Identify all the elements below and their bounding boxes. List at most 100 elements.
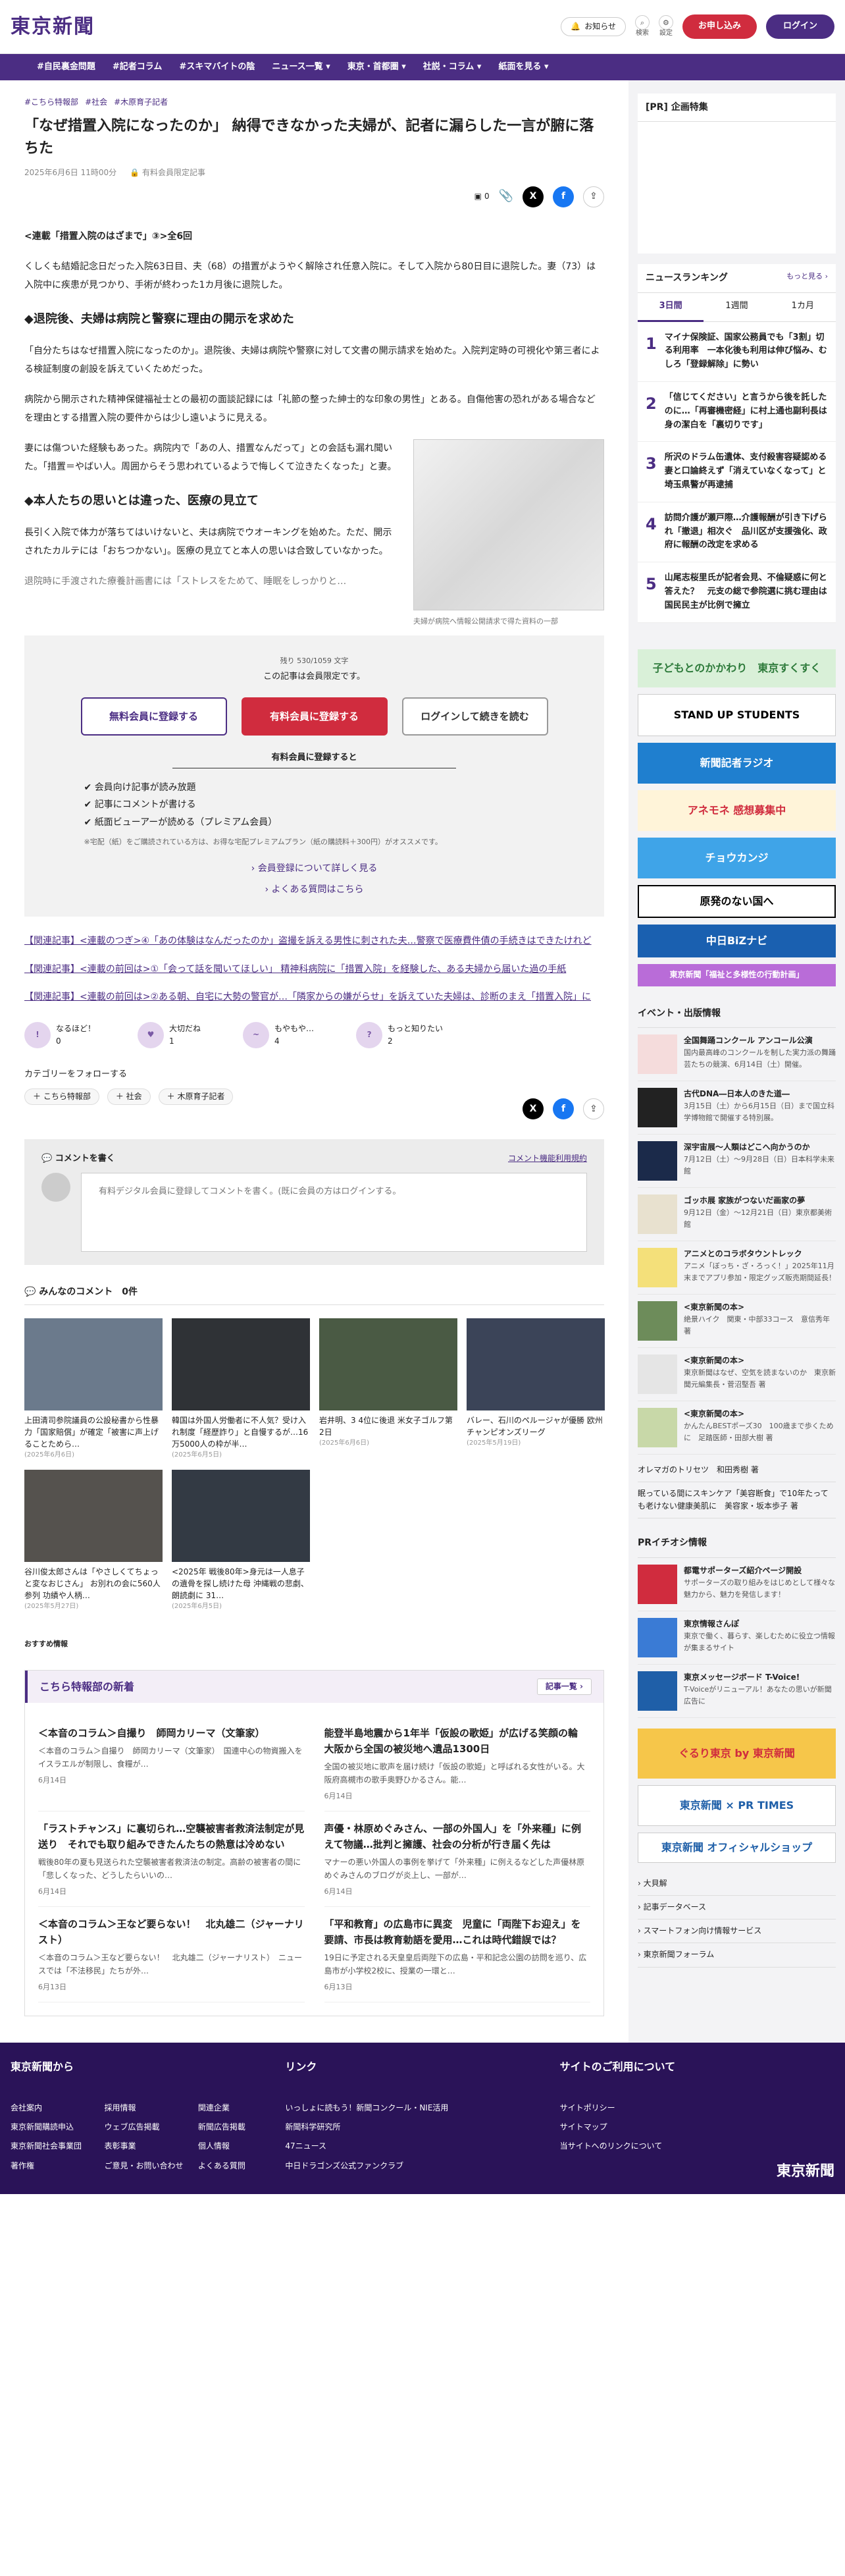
sidebar-link[interactable]: › スマートフォン向け情報サービス	[638, 1919, 836, 1944]
banner[interactable]: 原発のない国へ	[638, 884, 836, 918]
news-card[interactable]: 上田清司参院議員の公設秘書から性暴力「国家賠償」が確定「被害に声上げることためら…	[24, 1318, 163, 1461]
facebook-share-icon[interactable]: f	[553, 186, 574, 207]
x-share-icon[interactable]: X	[523, 186, 544, 207]
sidebar-link[interactable]: › 東京新聞フォーラム	[638, 1943, 836, 1968]
facebook-share-icon[interactable]: f	[553, 1098, 574, 1120]
pr-info-item[interactable]: 都電サポーターズ紹介ページ開設 サポーターズの取り組みをはじめとして様々な魅力から…	[638, 1558, 836, 1611]
paid-register-button[interactable]: 有料会員に登録する	[241, 697, 388, 736]
related-link[interactable]: 【関連記事】<連載のつぎ>④「あの体験はなんだったのか」盗撮を訴える男性に刺され…	[24, 936, 592, 946]
news-card[interactable]: 谷川俊太郎さんは「やさしくてちょっと変なおじさん」 お別れの会に560人参列 功…	[24, 1470, 163, 1612]
faq-link[interactable]: › よくある質問はこちら	[51, 882, 578, 897]
attach-icon[interactable]: 📎	[499, 187, 513, 206]
related-link[interactable]: 【関連記事】<連載の前回は>②ある朝、自宅に大勢の警官が…「隣家からの嫌がらせ」…	[24, 992, 591, 1002]
footer-link[interactable]: ご意見・お問い合わせ	[104, 2160, 191, 2172]
site-logo[interactable]: 東京新聞	[11, 11, 95, 43]
article-photo[interactable]: 夫婦が病院へ情報公開請求で得た資料の一部	[413, 439, 604, 629]
footer-link[interactable]: 東京新聞社会事業団	[11, 2140, 97, 2153]
latest-item[interactable]: 声優・林原めぐみさん、一部の外国人」を「外来種」に例えて物議…批判と擁護、社会の…	[324, 1811, 590, 1908]
footer-link[interactable]: 関連企業	[198, 2102, 285, 2114]
settings-button[interactable]: ⚙ 設定	[658, 15, 673, 38]
footer-link[interactable]: 採用情報	[104, 2102, 191, 2114]
tab-1week[interactable]: 1週間	[704, 293, 770, 322]
footer-link[interactable]: 東京新聞購読申込	[11, 2121, 97, 2133]
news-card[interactable]: バレー、石川のペルージャが優勝 欧州チャンピオンズリーグ (2025年5月19日)	[467, 1318, 605, 1461]
news-card[interactable]: <2025年 戦後80年>身元は一人息子の遺骨を探し続けた母 沖縄戦の悲劇、朗読…	[172, 1470, 310, 1612]
ranking-item[interactable]: 2 「信じてください」と言うから後を託したのに…「再審機密経」に村上通也副利長は身…	[638, 382, 836, 443]
banner[interactable]: アネモネ 感想募集中	[638, 790, 836, 831]
ranking-item[interactable]: 5 山尾志桜里氏が記者会見、不倫疑惑に何と答えた？ 元支の総で参院選に挑む理由は国…	[638, 562, 836, 623]
notice-button[interactable]: 🔔 お知らせ	[561, 16, 626, 37]
event-item[interactable]: <東京新聞の本> 東京新聞はなぜ、空気を読まないのか 東京新聞元編集長・菅沼堅吾 …	[638, 1348, 836, 1401]
nav-item[interactable]: #記者コラム	[113, 61, 163, 74]
footer-link[interactable]: 中日ドラゴンズ公式ファンクラブ	[285, 2160, 559, 2172]
nav-item[interactable]: #スキマバイトの陰	[179, 61, 255, 74]
latest-item[interactable]: ＜本音のコラム＞王など要らない！ 北丸雄二（ジャーナリスト） ＜本音のコラム＞王な…	[38, 1907, 305, 2003]
login-button[interactable]: ログイン	[765, 14, 834, 39]
footer-link[interactable]: よくある質問	[198, 2160, 285, 2172]
nav-item[interactable]: ニュース一覧 ▾	[272, 61, 330, 74]
comment-rules-link[interactable]: コメント機能利用規約	[508, 1152, 587, 1166]
banner[interactable]: 東京新聞 オフィシャルショップ	[638, 1832, 836, 1863]
share-icon[interactable]: ⇪	[583, 1098, 604, 1120]
more-link[interactable]: › 会員登録について詳しく見る	[51, 861, 578, 876]
tag-link[interactable]: #こちら特報部	[24, 96, 78, 109]
tag-link[interactable]: #木原育子記者	[114, 96, 168, 109]
search-button[interactable]: ⌕ 検索	[634, 15, 650, 38]
footer-link[interactable]: 新聞広告掲載	[198, 2121, 285, 2133]
tab-3days[interactable]: 3日間	[638, 293, 704, 322]
follow-chip[interactable]: ＋ 社会	[107, 1088, 151, 1106]
sidebar-link[interactable]: 眠っている間にスキンケア「美容断食」で10年たっても老けない健康美肌に 美容家・…	[638, 1482, 836, 1519]
footer-link[interactable]: サイトポリシー	[560, 2102, 834, 2114]
sidebar-link[interactable]: › 大貝解	[638, 1872, 836, 1896]
footer-link[interactable]: いっしょに読もう！新聞コンクール・NIE活用	[285, 2102, 559, 2114]
event-item[interactable]: 全国舞踊コンクール アンコール公演 国内最高峰のコンクールを制した実力派の舞踊芸た…	[638, 1028, 836, 1081]
latest-item[interactable]: 能登半島地震から1年半「仮設の歌姫」が広げる笑顔の輪 大阪から全国の被災地へ遺品…	[324, 1716, 590, 1812]
footer-link[interactable]: 当サイトへのリンクについて	[560, 2140, 834, 2153]
footer-link[interactable]: 47ニュース	[285, 2140, 559, 2153]
reaction-button[interactable]: ♥ 大切だね 1	[138, 1022, 201, 1049]
nav-item[interactable]: 紙面を見る ▾	[498, 61, 548, 74]
banner[interactable]: 新聞記者ラジオ	[638, 742, 836, 784]
event-item[interactable]: <東京新聞の本> かんたんBESTポーズ30 100歳まで歩くために 足踏医師・田…	[638, 1401, 836, 1455]
banner[interactable]: ぐるり東京 by 東京新聞	[638, 1728, 836, 1779]
tab-1month[interactable]: 1カ月	[769, 293, 836, 322]
footer-link[interactable]: 個人情報	[198, 2140, 285, 2153]
tag-link[interactable]: #社会	[85, 96, 107, 109]
comment-input[interactable]: 有料デジタル会員に登録してコメントを書く。(既に会員の方はログインする。	[81, 1172, 587, 1252]
event-item[interactable]: 深宇宙展～人類はどこへ向かうのか 7月12日（土）～9月28日（日）日本科学未来館	[638, 1135, 836, 1188]
footer-link[interactable]: 会社案内	[11, 2102, 97, 2114]
free-register-button[interactable]: 無料会員に登録する	[80, 697, 227, 736]
nav-item[interactable]: 東京・首都圏 ▾	[347, 61, 406, 74]
login-continue-button[interactable]: ログインして続きを読む	[401, 697, 548, 736]
footer-link[interactable]: 表彰事業	[104, 2140, 191, 2153]
latest-item[interactable]: 「ラストチャンス」に裏切られ…空襲被害者救済法制定が見送り それでも取り組みでき…	[38, 1811, 305, 1908]
footer-link[interactable]: 著作権	[11, 2160, 97, 2172]
event-item[interactable]: アニメとのコラボタウントレック アニメ「ぼっち・ざ・ろっく！」2025年11月末ま…	[638, 1241, 836, 1295]
article-list-button[interactable]: 記事一覧 ›	[536, 1678, 592, 1696]
footer-link[interactable]: 新聞科学研究所	[285, 2121, 559, 2133]
sidebar-link[interactable]: › 記事データベース	[638, 1896, 836, 1920]
news-card[interactable]: 韓国は外国人労働者に不人気？受け入れ制度「経歴詐り」と自慢するが…16万5000…	[172, 1318, 310, 1461]
follow-chip[interactable]: ＋ こちら特報部	[24, 1088, 99, 1106]
sidebar-link[interactable]: オレマガのトリセツ 和田秀樹 著	[638, 1459, 836, 1483]
clip-button[interactable]: ▣ 0	[474, 190, 490, 203]
news-card[interactable]: 岩井明、3 4位に後退 米女子ゴルフ第2日 (2025年6月6日)	[319, 1318, 457, 1461]
x-share-icon[interactable]: X	[523, 1098, 544, 1120]
banner[interactable]: 東京新聞「福祉と多様性の行動計画」	[638, 963, 836, 986]
reaction-button[interactable]: ~ もやもや… 4	[243, 1022, 314, 1049]
event-item[interactable]: <東京新聞の本> 絶景ハイク 関東・中部33コース 意信秀年 著	[638, 1295, 836, 1348]
nav-item[interactable]: 社説・コラム ▾	[423, 61, 482, 74]
latest-item[interactable]: ＜本音のコラム＞自撮り 師岡カリーマ（文筆家） ＜本音のコラム＞自撮り 師岡カリー…	[38, 1716, 305, 1812]
follow-chip[interactable]: ＋ 木原育子記者	[158, 1088, 234, 1106]
latest-item[interactable]: 「平和教育」の広島市に異変 児童に「両陛下お迎え」を要請、市長は教育勅語を愛用……	[324, 1907, 590, 2003]
pr-info-item[interactable]: 東京メッセージボード T-Voice! T-Voiceがリニューアル！あなたの思い…	[638, 1665, 836, 1718]
event-item[interactable]: 古代DNA―日本人のきた道― 3月15日（土）から6月15日（日）まで国立科学博物…	[638, 1081, 836, 1135]
ranking-item[interactable]: 1 マイナ保険証、国家公務員でも「3割」切る利用率 一本化後も利用は伸び悩み、むし…	[638, 322, 836, 382]
banner[interactable]: 東京新聞 × PR TIMES	[638, 1784, 836, 1826]
ranking-item[interactable]: 4 訪問介護が瀬戸際…介護報酬が引き下げられ「撤退」相次ぐ 品川区が支援強化、政府…	[638, 502, 836, 563]
banner[interactable]: STAND UP STUDENTS	[638, 693, 836, 736]
subscribe-button[interactable]: お申し込み	[682, 14, 757, 39]
banner[interactable]: チョウカンジ	[638, 837, 836, 878]
pr-info-item[interactable]: 東京情報さんぽ 東京で働く、暮らす、楽しむために役立つ情報が集まるサイト	[638, 1611, 836, 1665]
footer-logo[interactable]: 東京新聞	[560, 2160, 834, 2183]
